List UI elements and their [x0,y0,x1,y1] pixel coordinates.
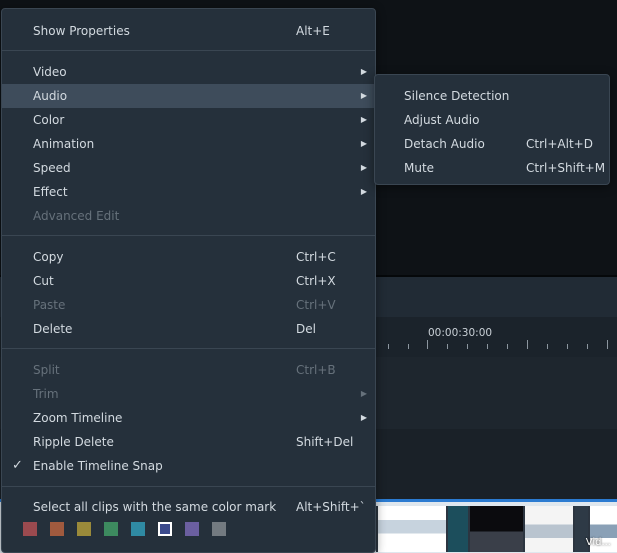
timeline-timecode: 00:00:30:00 [428,327,493,339]
ruler-tick [587,344,588,349]
menu-item-copy[interactable]: Copy Ctrl+C [2,245,375,269]
menu-separator [2,50,375,51]
menu-item-shortcut: Ctrl+X [296,274,336,288]
menu-item-label: Ripple Delete [33,435,114,449]
menu-item-label: Trim [33,387,59,401]
menu-item-silence-detection[interactable]: Silence Detection [375,84,609,108]
menu-item-trim: Trim ▶ [2,382,375,406]
menu-item-label: Effect [33,185,68,199]
menu-item-speed[interactable]: Speed ▶ [2,156,375,180]
checkmark-icon: ✓ [12,458,23,473]
menu-item-color[interactable]: Color ▶ [2,108,375,132]
clip-thumbnail [376,506,446,552]
submenu-arrow-icon: ▶ [360,115,367,124]
menu-item-shortcut: Alt+Shift+` [296,500,366,514]
menu-item-label: Video [33,65,67,79]
menu-item-zoom-timeline[interactable]: Zoom Timeline ▶ [2,406,375,430]
menu-item-audio[interactable]: Audio ▶ [2,84,375,108]
menu-item-shortcut: Ctrl+Alt+D [526,137,593,151]
submenu-arrow-icon: ▶ [360,139,367,148]
ruler-tick [467,344,468,349]
menu-item-paste: Paste Ctrl+V [2,293,375,317]
menu-item-shortcut: Del [296,322,316,336]
menu-separator [2,486,375,487]
color-mark-swatch[interactable] [158,522,172,536]
watermark-text: Vid... [585,537,611,548]
menu-item-enable-timeline-snap[interactable]: ✓ Enable Timeline Snap [2,454,375,478]
menu-item-select-same-color[interactable]: Select all clips with the same color mar… [2,495,375,519]
menu-item-ripple-delete[interactable]: Ripple Delete Shift+Del [2,430,375,454]
ruler-tick [408,344,409,349]
ruler-tick [567,344,568,349]
menu-item-effect[interactable]: Effect ▶ [2,180,375,204]
submenu-arrow-icon: ▶ [360,67,367,76]
menu-item-shortcut: Ctrl+C [296,250,336,264]
menu-item-label: Silence Detection [404,89,510,103]
menu-item-split: Split Ctrl+B [2,358,375,382]
ruler-tick [388,344,389,349]
submenu-arrow-icon: ▶ [360,413,367,422]
submenu-arrow-icon: ▶ [360,389,367,398]
menu-item-video[interactable]: Video ▶ [2,60,375,84]
menu-item-shortcut: Ctrl+V [296,298,336,312]
menu-item-delete[interactable]: Delete Del [2,317,375,341]
submenu-arrow-icon: ▶ [360,91,367,100]
ruler-tick [447,344,448,349]
menu-item-shortcut: Alt+E [296,24,330,38]
menu-item-label: Delete [33,322,73,336]
menu-item-label: Select all clips with the same color mar… [33,500,277,514]
ruler-tick [487,344,488,349]
ruler-tick [527,340,528,349]
menu-item-label: Mute [404,161,435,175]
menu-item-label: Detach Audio [404,137,485,151]
menu-item-label: Speed [33,161,71,175]
menu-item-label: Advanced Edit [33,209,120,223]
color-mark-swatch[interactable] [104,522,118,536]
color-mark-swatch[interactable] [212,522,226,536]
menu-item-label: Zoom Timeline [33,411,123,425]
menu-separator [2,348,375,349]
submenu-arrow-icon: ▶ [360,163,367,172]
menu-item-label: Copy [33,250,64,264]
ruler-tick [427,340,428,349]
clip-thumbnail [468,506,523,552]
menu-item-shortcut: Ctrl+B [296,363,336,377]
menu-item-mute[interactable]: Mute Ctrl+Shift+M [375,156,609,180]
menu-item-label: Cut [33,274,54,288]
menu-item-label: Audio [33,89,68,103]
menu-item-label: Enable Timeline Snap [33,459,163,473]
menu-item-label: Adjust Audio [404,113,480,127]
menu-item-animation[interactable]: Animation ▶ [2,132,375,156]
clip-thumbnail [446,506,468,552]
menu-item-advanced-edit: Advanced Edit [2,204,375,228]
menu-item-label: Animation [33,137,95,151]
color-mark-swatch[interactable] [77,522,91,536]
menu-item-cut[interactable]: Cut Ctrl+X [2,269,375,293]
menu-item-adjust-audio[interactable]: Adjust Audio [375,108,609,132]
menu-item-show-properties[interactable]: Show Properties Alt+E [2,19,375,43]
color-mark-swatch[interactable] [131,522,145,536]
menu-item-label: Split [33,363,60,377]
ruler-tick [607,340,608,349]
menu-item-shortcut: Shift+Del [296,435,354,449]
menu-item-label: Color [33,113,65,127]
menu-item-shortcut: Ctrl+Shift+M [526,161,606,175]
audio-submenu: Silence Detection Adjust Audio Detach Au… [374,74,610,185]
menu-item-label: Paste [33,298,66,312]
clip-context-menu: Show Properties Alt+E Video ▶ Audio ▶ Co… [1,8,376,553]
ruler-tick [547,344,548,349]
ruler-tick [507,344,508,349]
submenu-arrow-icon: ▶ [360,187,367,196]
menu-item-label: Show Properties [33,24,130,38]
clip-thumbnail [523,506,573,552]
color-mark-swatch[interactable] [50,522,64,536]
menu-item-detach-audio[interactable]: Detach Audio Ctrl+Alt+D [375,132,609,156]
color-mark-swatch[interactable] [23,522,37,536]
color-mark-swatch[interactable] [185,522,199,536]
menu-separator [2,235,375,236]
